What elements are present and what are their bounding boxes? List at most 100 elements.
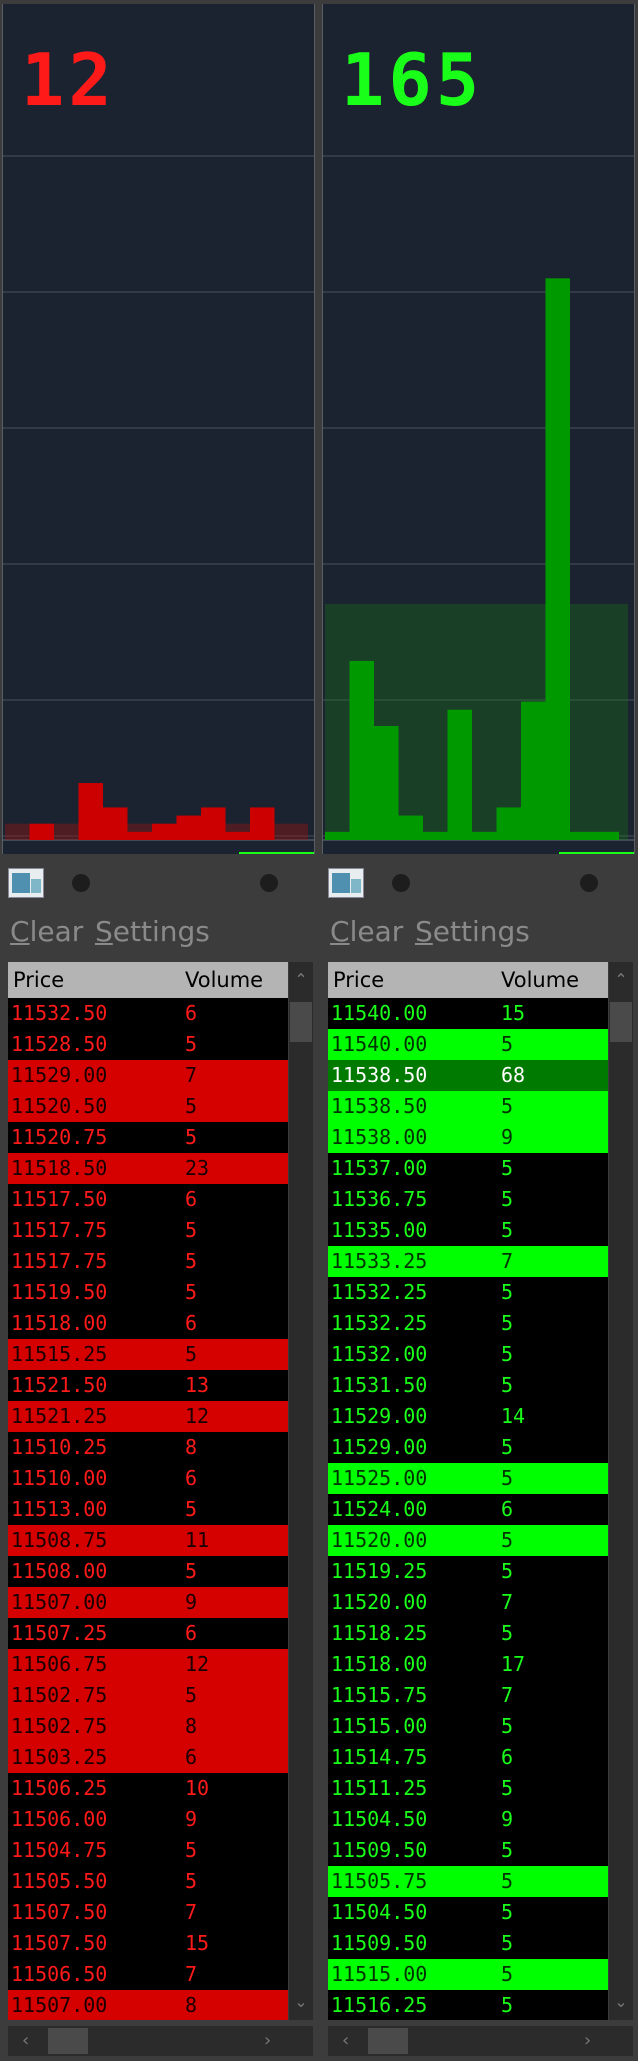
table-row[interactable]: 11520.75 5 <box>8 1122 288 1153</box>
table-row[interactable]: 11507.00 8 <box>8 1990 288 2020</box>
vertical-scrollbar[interactable]: ⌃ ⌄ <box>289 962 313 2020</box>
table-row[interactable]: 11535.00 5 <box>328 1215 608 1246</box>
table-row[interactable]: 11540.00 5 <box>328 1029 608 1060</box>
table-row[interactable]: 11518.25 5 <box>328 1618 608 1649</box>
window-tile-icon[interactable] <box>8 868 44 898</box>
table-row[interactable]: 11519.50 5 <box>8 1277 288 1308</box>
table-row[interactable]: 11518.00 6 <box>8 1308 288 1339</box>
scroll-left-icon[interactable]: ‹ <box>342 2026 349 2056</box>
scroll-up-icon[interactable]: ⌃ <box>609 970 633 989</box>
scrollbar-thumb[interactable] <box>368 2028 408 2054</box>
price-cell: 11506.50 <box>11 1962 108 1986</box>
table-row[interactable]: 11513.00 5 <box>8 1494 288 1525</box>
table-row[interactable]: 11518.50 23 <box>8 1153 288 1184</box>
table-row[interactable]: 11517.75 5 <box>8 1246 288 1277</box>
table-row[interactable]: 11532.25 5 <box>328 1277 608 1308</box>
table-row[interactable]: 11536.75 5 <box>328 1184 608 1215</box>
table-row[interactable]: 11507.00 9 <box>8 1587 288 1618</box>
table-row[interactable]: 11506.25 10 <box>8 1773 288 1804</box>
table-row[interactable]: 11538.50 5 <box>328 1091 608 1122</box>
table-row[interactable]: 11521.50 13 <box>8 1370 288 1401</box>
table-row[interactable]: 11505.50 5 <box>8 1866 288 1897</box>
table-row[interactable]: 11540.00 15 <box>328 998 608 1029</box>
price-cell: 11525.00 <box>331 1466 428 1490</box>
table-row[interactable]: 11509.50 5 <box>328 1835 608 1866</box>
scroll-left-icon[interactable]: ‹ <box>22 2026 29 2056</box>
scroll-down-icon[interactable]: ⌄ <box>609 1992 633 2011</box>
table-row[interactable]: 11528.50 5 <box>8 1029 288 1060</box>
table-row[interactable]: 11515.75 7 <box>328 1680 608 1711</box>
table-row[interactable]: 11529.00 14 <box>328 1401 608 1432</box>
volume-cell: 8 <box>185 1993 198 2017</box>
table-row[interactable]: 11504.75 5 <box>8 1835 288 1866</box>
sell-trades-table[interactable]: Price Volume 11532.50 6 11528.50 5 11529.00 7… <box>8 962 288 2020</box>
window-tile-icon[interactable] <box>328 868 364 898</box>
scrollbar-thumb[interactable] <box>48 2028 88 2054</box>
table-row[interactable]: 11520.00 5 <box>328 1525 608 1556</box>
table-row[interactable]: 11532.25 5 <box>328 1308 608 1339</box>
table-row[interactable]: 11531.50 5 <box>328 1370 608 1401</box>
table-row[interactable]: 11504.50 9 <box>328 1804 608 1835</box>
table-row[interactable]: 11515.00 5 <box>328 1711 608 1742</box>
settings-button[interactable]: Settings <box>95 912 210 952</box>
table-row[interactable]: 11503.25 6 <box>8 1742 288 1773</box>
volume-column-header[interactable]: Volume <box>185 962 263 998</box>
scroll-up-icon[interactable]: ⌃ <box>289 970 313 989</box>
table-row[interactable]: 11517.50 6 <box>8 1184 288 1215</box>
table-row[interactable]: 11506.50 7 <box>8 1959 288 1990</box>
table-row[interactable]: 11519.25 5 <box>328 1556 608 1587</box>
table-row[interactable]: 11502.75 8 <box>8 1711 288 1742</box>
table-row[interactable]: 11507.50 15 <box>8 1928 288 1959</box>
table-row[interactable]: 11516.25 5 <box>328 1990 608 2020</box>
table-row[interactable]: 11510.25 8 <box>8 1432 288 1463</box>
table-row[interactable]: 11520.00 7 <box>328 1587 608 1618</box>
scrollbar-thumb[interactable] <box>610 1002 632 1042</box>
scrollbar-thumb[interactable] <box>290 1002 312 1042</box>
table-row[interactable]: 11509.50 5 <box>328 1928 608 1959</box>
table-row[interactable]: 11508.75 11 <box>8 1525 288 1556</box>
table-row[interactable]: 11529.00 7 <box>8 1060 288 1091</box>
clear-button[interactable]: Clear <box>330 912 403 952</box>
table-row[interactable]: 11537.00 5 <box>328 1153 608 1184</box>
table-row[interactable]: 11506.75 12 <box>8 1649 288 1680</box>
table-row[interactable]: 11514.75 6 <box>328 1742 608 1773</box>
table-row[interactable]: 11520.50 5 <box>8 1091 288 1122</box>
table-row[interactable]: 11506.00 9 <box>8 1804 288 1835</box>
table-row[interactable]: 11538.00 9 <box>328 1122 608 1153</box>
table-row[interactable]: 11515.25 5 <box>8 1339 288 1370</box>
scroll-down-icon[interactable]: ⌄ <box>289 1992 313 2011</box>
table-row[interactable]: 11510.00 6 <box>8 1463 288 1494</box>
table-row[interactable]: 11521.25 12 <box>8 1401 288 1432</box>
table-row[interactable]: 11518.00 17 <box>328 1649 608 1680</box>
table-row[interactable]: 11507.50 7 <box>8 1897 288 1928</box>
horizontal-scrollbar[interactable]: ‹ › <box>8 2026 313 2056</box>
price-column-header[interactable]: Price <box>333 962 384 998</box>
horizontal-scrollbar[interactable]: ‹ › <box>328 2026 633 2056</box>
buy-trades-table[interactable]: Price Volume 11540.00 15 11540.00 5 11538.50… <box>328 962 608 2020</box>
table-row[interactable]: 11532.00 5 <box>328 1339 608 1370</box>
table-row[interactable]: 11507.25 6 <box>8 1618 288 1649</box>
table-row[interactable]: 11533.25 7 <box>328 1246 608 1277</box>
table-row[interactable]: 11517.75 5 <box>8 1215 288 1246</box>
buy-panel: 165 Clear Settings Price Volume 11540.00… <box>322 0 635 2061</box>
table-row[interactable]: 11505.75 5 <box>328 1866 608 1897</box>
table-row[interactable]: 11515.00 5 <box>328 1959 608 1990</box>
volume-cell: 5 <box>185 1280 198 1304</box>
settings-button[interactable]: Settings <box>415 912 530 952</box>
price-column-header[interactable]: Price <box>13 962 64 998</box>
volume-column-header[interactable]: Volume <box>501 962 579 998</box>
table-row[interactable]: 11529.00 5 <box>328 1432 608 1463</box>
table-row[interactable]: 11532.50 6 <box>8 998 288 1029</box>
table-row[interactable]: 11504.50 5 <box>328 1897 608 1928</box>
table-row[interactable]: 11524.00 6 <box>328 1494 608 1525</box>
table-row[interactable]: 11502.75 5 <box>8 1680 288 1711</box>
table-row[interactable]: 11525.00 5 <box>328 1463 608 1494</box>
price-cell: 11515.75 <box>331 1683 428 1707</box>
scroll-right-icon[interactable]: › <box>264 2026 271 2056</box>
table-row[interactable]: 11511.25 5 <box>328 1773 608 1804</box>
vertical-scrollbar[interactable]: ⌃ ⌄ <box>609 962 633 2020</box>
clear-button[interactable]: Clear <box>10 912 83 952</box>
table-row[interactable]: 11508.00 5 <box>8 1556 288 1587</box>
table-row[interactable]: 11538.50 68 <box>328 1060 608 1091</box>
scroll-right-icon[interactable]: › <box>584 2026 591 2056</box>
